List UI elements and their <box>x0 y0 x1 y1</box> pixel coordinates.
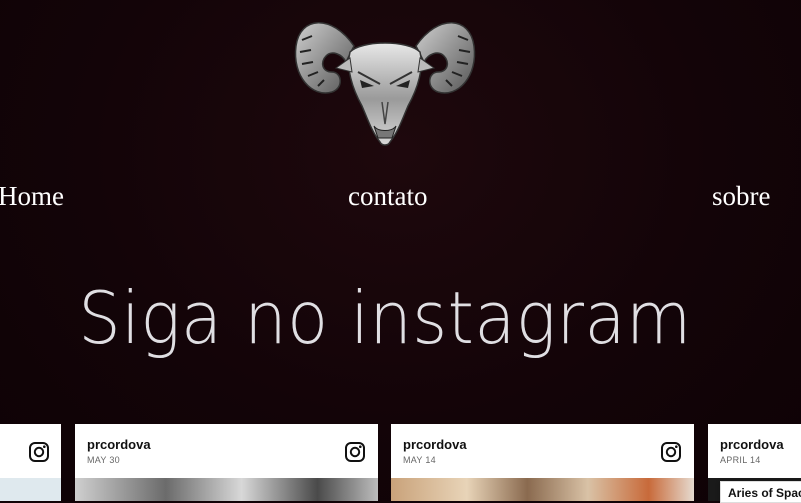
nav-home-link[interactable]: Home <box>0 178 64 214</box>
post-date: MAY 30 <box>87 455 120 465</box>
instagram-post-card[interactable] <box>0 424 61 501</box>
post-date: MAY 14 <box>403 455 436 465</box>
instagram-icon[interactable] <box>660 441 682 463</box>
post-username[interactable]: prcordova <box>720 437 784 452</box>
instagram-feed: prcordova MAY 30 prcordova MAY 14 prcord… <box>0 424 801 501</box>
instagram-heading: Siga no instagram <box>78 276 692 360</box>
ram-head-logo[interactable] <box>292 6 478 148</box>
post-thumbnail[interactable] <box>391 478 694 501</box>
instagram-post-card[interactable]: prcordova MAY 14 <box>391 424 694 501</box>
post-date: APRIL 14 <box>720 455 761 465</box>
post-username[interactable]: prcordova <box>87 437 151 452</box>
nav-contato-link[interactable]: contato <box>348 178 427 214</box>
post-thumbnail[interactable] <box>75 478 378 501</box>
nav-sobre-link[interactable]: sobre <box>712 178 770 214</box>
image-tooltip: Aries of Space <box>720 481 801 503</box>
post-thumbnail[interactable] <box>0 478 61 501</box>
instagram-post-card[interactable]: prcordova MAY 30 <box>75 424 378 501</box>
instagram-icon[interactable] <box>344 441 366 463</box>
instagram-icon[interactable] <box>28 441 50 463</box>
post-username[interactable]: prcordova <box>403 437 467 452</box>
